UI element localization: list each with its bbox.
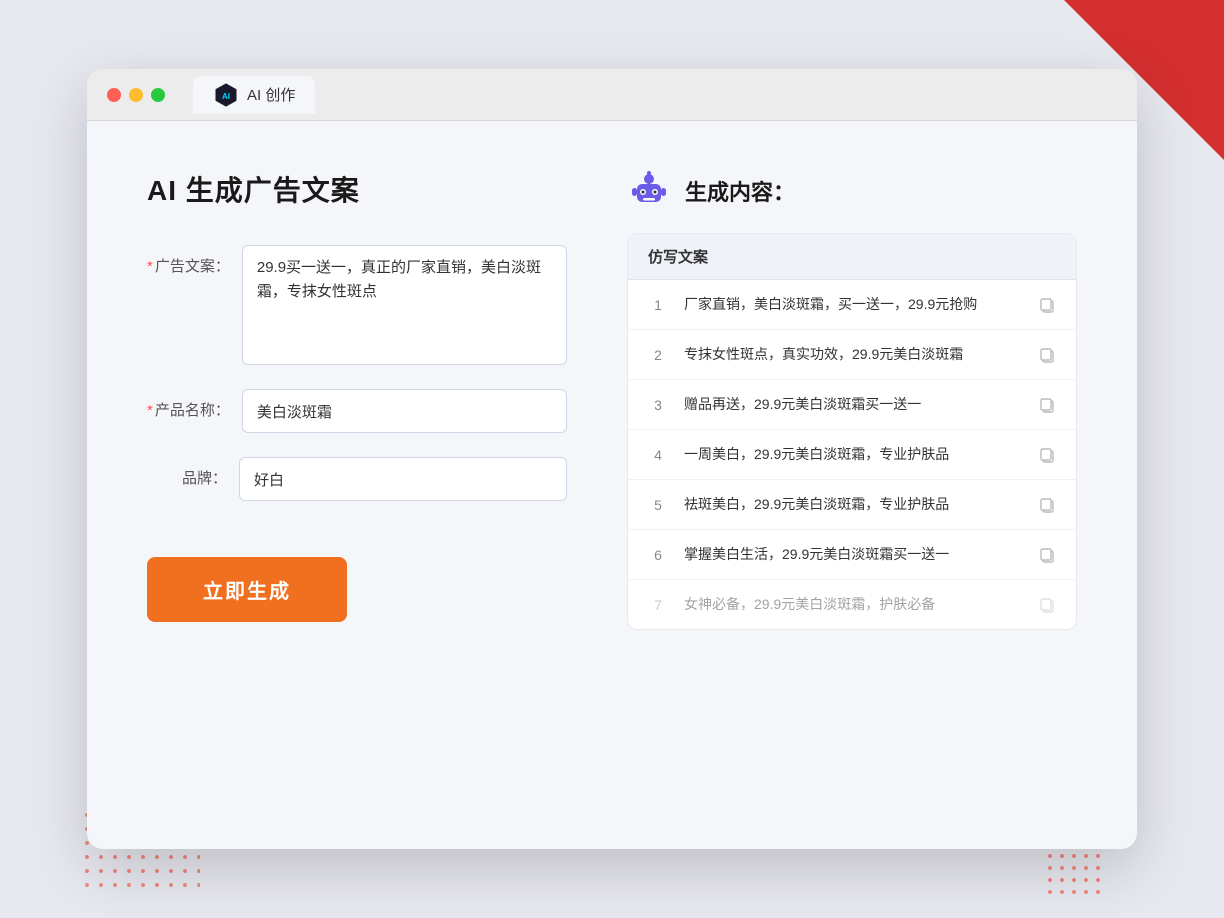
browser-titlebar: AI AI 创作 — [87, 69, 1137, 121]
result-row: 1 厂家直销，美白淡斑霜，买一送一，29.9元抢购 — [628, 280, 1076, 330]
result-number: 4 — [648, 447, 668, 463]
copy-icon[interactable] — [1038, 496, 1056, 514]
result-text: 赠品再送，29.9元美白淡斑霜买一送一 — [684, 394, 1022, 415]
product-name-input[interactable] — [242, 389, 567, 433]
result-number: 6 — [648, 547, 668, 563]
generate-button[interactable]: 立即生成 — [147, 557, 347, 622]
copy-icon[interactable] — [1038, 296, 1056, 314]
traffic-lights — [107, 88, 165, 102]
result-text: 掌握美白生活，29.9元美白淡斑霜买一送一 — [684, 544, 1022, 565]
copy-icon[interactable] — [1038, 546, 1056, 564]
results-list: 1 厂家直销，美白淡斑霜，买一送一，29.9元抢购 2 专抹女性斑点，真实功效，29… — [628, 280, 1076, 629]
form-group-brand: 品牌： — [147, 457, 567, 501]
product-name-label: *产品名称： — [147, 389, 230, 420]
ai-hex-icon: AI — [213, 82, 239, 108]
result-row: 5 祛斑美白，29.9元美白淡斑霜，专业护肤品 — [628, 480, 1076, 530]
browser-content: AI 生成广告文案 *广告文案： 29.9买一送一，真正的厂家直销，美白淡斑霜，… — [87, 121, 1137, 849]
ad-copy-label: *广告文案： — [147, 245, 230, 276]
result-row: 6 掌握美白生活，29.9元美白淡斑霜买一送一 — [628, 530, 1076, 580]
right-title: 生成内容： — [685, 175, 795, 207]
result-text: 专抹女性斑点，真实功效，29.9元美白淡斑霜 — [684, 344, 1022, 365]
right-header: 生成内容： — [627, 169, 1077, 213]
browser-window: AI AI 创作 AI 生成广告文案 *广告文案： 29.9买一送一，真正的厂家… — [87, 69, 1137, 849]
result-number: 2 — [648, 347, 668, 363]
close-button[interactable] — [107, 88, 121, 102]
result-row: 2 专抹女性斑点，真实功效，29.9元美白淡斑霜 — [628, 330, 1076, 380]
result-text: 祛斑美白，29.9元美白淡斑霜，专业护肤品 — [684, 494, 1022, 515]
page-title: AI 生成广告文案 — [147, 169, 567, 209]
minimize-button[interactable] — [129, 88, 143, 102]
robot-icon — [627, 169, 671, 213]
copy-icon[interactable] — [1038, 596, 1056, 614]
maximize-button[interactable] — [151, 88, 165, 102]
form-group-ad-copy: *广告文案： 29.9买一送一，真正的厂家直销，美白淡斑霜，专抹女性斑点 — [147, 245, 567, 365]
results-table: 仿写文案 1 厂家直销，美白淡斑霜，买一送一，29.9元抢购 2 专抹女性斑点，真实… — [627, 233, 1077, 630]
browser-tab[interactable]: AI AI 创作 — [193, 76, 315, 114]
right-panel: 生成内容： 仿写文案 1 厂家直销，美白淡斑霜，买一送一，29.9元抢购 2 专抹女… — [627, 169, 1077, 809]
result-text: 一周美白，29.9元美白淡斑霜，专业护肤品 — [684, 444, 1022, 465]
result-row: 3 赠品再送，29.9元美白淡斑霜买一送一 — [628, 380, 1076, 430]
copy-icon[interactable] — [1038, 446, 1056, 464]
tab-label: AI 创作 — [247, 84, 295, 105]
brand-input[interactable] — [239, 457, 567, 501]
results-header: 仿写文案 — [628, 234, 1076, 280]
copy-icon[interactable] — [1038, 396, 1056, 414]
copy-icon[interactable] — [1038, 346, 1056, 364]
brand-label: 品牌： — [147, 457, 227, 488]
result-number: 1 — [648, 297, 668, 313]
svg-text:AI: AI — [222, 92, 230, 101]
ad-copy-textarea[interactable]: 29.9买一送一，真正的厂家直销，美白淡斑霜，专抹女性斑点 — [242, 245, 567, 365]
result-text: 女神必备，29.9元美白淡斑霜，护肤必备 — [684, 594, 1022, 615]
required-mark-1: * — [147, 258, 153, 275]
result-row: 4 一周美白，29.9元美白淡斑霜，专业护肤品 — [628, 430, 1076, 480]
result-number: 3 — [648, 397, 668, 413]
result-number: 5 — [648, 497, 668, 513]
left-panel: AI 生成广告文案 *广告文案： 29.9买一送一，真正的厂家直销，美白淡斑霜，… — [147, 169, 567, 809]
required-mark-2: * — [147, 402, 153, 419]
result-text: 厂家直销，美白淡斑霜，买一送一，29.9元抢购 — [684, 294, 1022, 315]
form-group-product-name: *产品名称： — [147, 389, 567, 433]
result-number: 7 — [648, 597, 668, 613]
result-row: 7 女神必备，29.9元美白淡斑霜，护肤必备 — [628, 580, 1076, 629]
